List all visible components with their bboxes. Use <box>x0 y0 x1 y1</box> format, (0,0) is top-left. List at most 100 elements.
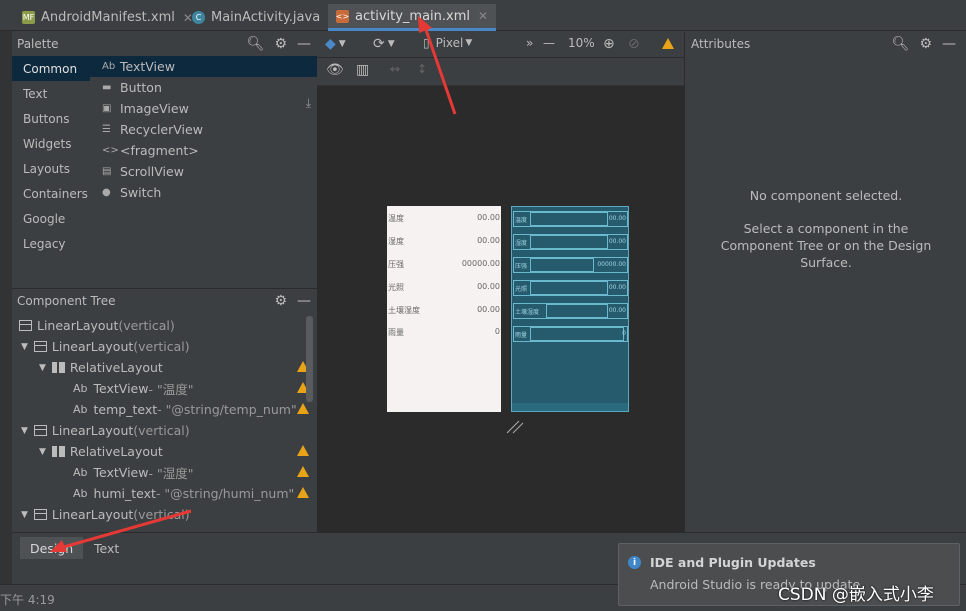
category-containers[interactable]: Containers <box>12 181 90 206</box>
list-icon: ☰ <box>102 124 111 135</box>
info-icon: i <box>628 556 641 569</box>
preview-label: 湿度 <box>388 237 404 246</box>
tree-scrollbar[interactable] <box>306 316 313 402</box>
device-label: Pixel <box>435 36 464 50</box>
manifest-file-icon: MF <box>22 11 35 24</box>
palette-item-imageview[interactable]: ▣ ImageView <box>90 98 317 119</box>
preview-label: 雨量 <box>388 328 404 337</box>
tab-main-activity[interactable]: C MainActivity.java ✕ <box>184 4 346 31</box>
warning-icon[interactable] <box>297 487 309 498</box>
tree-row[interactable]: ▼ RelativeLayout <box>39 357 163 378</box>
tab-android-manifest[interactable]: MF AndroidManifest.xml ✕ <box>14 4 201 31</box>
category-text[interactable]: Text <box>12 81 90 106</box>
textview-icon: Ab <box>73 487 88 500</box>
palette-item-textview[interactable]: Ab TextView <box>90 56 317 77</box>
vertical-resize-icon[interactable]: ↕ <box>417 62 427 76</box>
gear-icon[interactable]: ⚙ <box>274 36 287 52</box>
search-icon[interactable]: 🔍︎ <box>247 36 265 52</box>
gear-icon[interactable]: ⚙ <box>919 36 932 52</box>
selection-hint-line: Component Tree or on the Design <box>720 238 932 253</box>
tree-row-label: LinearLayout <box>51 423 134 438</box>
warning-icon[interactable] <box>297 445 309 456</box>
tree-row-suffix: - "温度" <box>148 382 194 397</box>
overflow-icon[interactable]: » <box>526 36 533 50</box>
tree-row-label: RelativeLayout <box>69 444 163 459</box>
zoom-out-icon[interactable]: — <box>543 36 555 50</box>
zoom-fit-icon[interactable]: ⊘ <box>628 36 640 52</box>
category-buttons[interactable]: Buttons <box>12 106 90 131</box>
tree-row[interactable]: Ab TextView - "湿度" <box>73 462 193 483</box>
tree-row[interactable]: ▼ LinearLayout (vertical) <box>21 504 190 525</box>
blueprint-label: 压强 <box>515 263 528 270</box>
palette-item-fragment[interactable]: <> <fragment> <box>90 140 317 161</box>
text-icon: Ab <box>102 61 116 72</box>
category-google[interactable]: Google <box>12 206 90 231</box>
blueprint-label: 雨量 <box>515 332 528 339</box>
tree-row[interactable]: Ab temp_text - "@string/temp_num" <box>73 399 297 420</box>
item-label: Button <box>120 80 162 95</box>
blueprint-label: 湿度 <box>515 240 528 247</box>
minimize-icon[interactable]: — <box>942 36 956 52</box>
tab-text[interactable]: Text <box>84 537 129 559</box>
warning-icon[interactable] <box>662 38 674 49</box>
category-widgets[interactable]: Widgets <box>12 131 90 156</box>
relative-layout-icon <box>51 362 65 373</box>
tree-row-label: LinearLayout <box>51 339 134 354</box>
category-legacy[interactable]: Legacy <box>12 231 90 256</box>
resize-handle-icon[interactable] <box>505 418 525 434</box>
horizontal-resize-icon[interactable]: ↔ <box>390 62 400 76</box>
expand-arrow-icon[interactable]: ▼ <box>39 363 46 373</box>
textview-icon: Ab <box>73 382 88 395</box>
tree-row[interactable]: ▼ LinearLayout (vertical) <box>21 420 190 441</box>
chevron-down-icon: ▼ <box>338 39 346 49</box>
warning-icon[interactable] <box>297 466 309 477</box>
blueprint-preview[interactable]: 温度 00.00 湿度 00.00 压强 00000.00 光照 00.00 土壤湿度 0… <box>511 206 629 412</box>
orientation-dropdown[interactable]: ⟳ ▼ <box>373 36 395 52</box>
layers-dropdown[interactable]: ◆ ▼ <box>325 36 346 52</box>
textview-icon: Ab <box>73 403 88 416</box>
close-icon[interactable]: ✕ <box>478 9 488 23</box>
preview-row: 压强 00000.00 <box>387 257 501 271</box>
tree-row[interactable]: Ab humi_text - "@string/humi_num" <box>73 483 294 504</box>
zoom-in-icon[interactable]: ⊕ <box>603 36 615 52</box>
watermark: CSDN @嵌入式小李 <box>778 585 934 605</box>
tree-row[interactable]: Ab TextView - "温度" <box>73 378 193 399</box>
palette-item-switch[interactable]: ● Switch <box>90 182 317 203</box>
linear-layout-icon <box>33 425 47 436</box>
attributes-panel: Attributes 🔍︎ ⚙ — No component selected.… <box>684 32 966 532</box>
expand-arrow-icon[interactable]: ▼ <box>21 426 28 436</box>
palette-item-scrollview[interactable]: ▤ ScrollView <box>90 161 317 182</box>
gear-icon[interactable]: ⚙ <box>274 293 287 309</box>
tab-design[interactable]: Design <box>20 537 84 559</box>
category-common[interactable]: Common <box>12 56 90 81</box>
eye-icon[interactable]: 👁︎ <box>326 62 344 78</box>
palette-item-recyclerview[interactable]: ☰ RecyclerView <box>90 119 317 140</box>
columns-icon[interactable]: ▥ <box>356 62 369 78</box>
minimize-icon[interactable]: — <box>297 293 311 309</box>
device-dropdown[interactable]: ▯ Pixel ▼ <box>423 36 472 50</box>
linear-layout-icon <box>19 320 32 331</box>
palette-panel: Palette 🔍︎ ⚙ — Common Text Buttons Widge… <box>12 32 317 286</box>
palette-items: Ab TextView ▬ Button ▣ ImageView ☰ RecyclerV… <box>90 56 317 203</box>
blueprint-value: 0 <box>622 330 626 337</box>
warning-icon[interactable] <box>297 403 309 414</box>
search-icon[interactable]: 🔍︎ <box>892 36 910 52</box>
expand-arrow-icon[interactable]: ▼ <box>21 510 28 520</box>
tree-row[interactable]: LinearLayout (vertical) <box>19 315 175 336</box>
chevron-down-icon: ▼ <box>387 39 395 49</box>
status-time: 下午 4:19 <box>0 593 55 607</box>
tree-row[interactable]: ▼ LinearLayout (vertical) <box>21 336 190 357</box>
tab-activity-main[interactable]: <> activity_main.xml ✕ <box>328 4 497 31</box>
preview-row: 湿度 00.00 <box>387 234 501 248</box>
download-icon[interactable]: ⤓ <box>306 96 311 111</box>
palette-item-button[interactable]: ▬ Button <box>90 77 317 98</box>
tree-row-suffix: - "湿度" <box>148 466 194 481</box>
category-layouts[interactable]: Layouts <box>12 156 90 181</box>
tree-row-suffix: (vertical) <box>133 339 190 354</box>
design-preview[interactable]: 温度 00.00 湿度 00.00 压强 00000.00 光照 00.00 土壤湿度 0… <box>387 206 501 412</box>
expand-arrow-icon[interactable]: ▼ <box>21 342 28 352</box>
expand-arrow-icon[interactable]: ▼ <box>39 447 46 457</box>
minimize-icon[interactable]: — <box>297 36 311 52</box>
tree-row-label: LinearLayout <box>51 507 134 522</box>
tree-row[interactable]: ▼ RelativeLayout <box>39 441 163 462</box>
